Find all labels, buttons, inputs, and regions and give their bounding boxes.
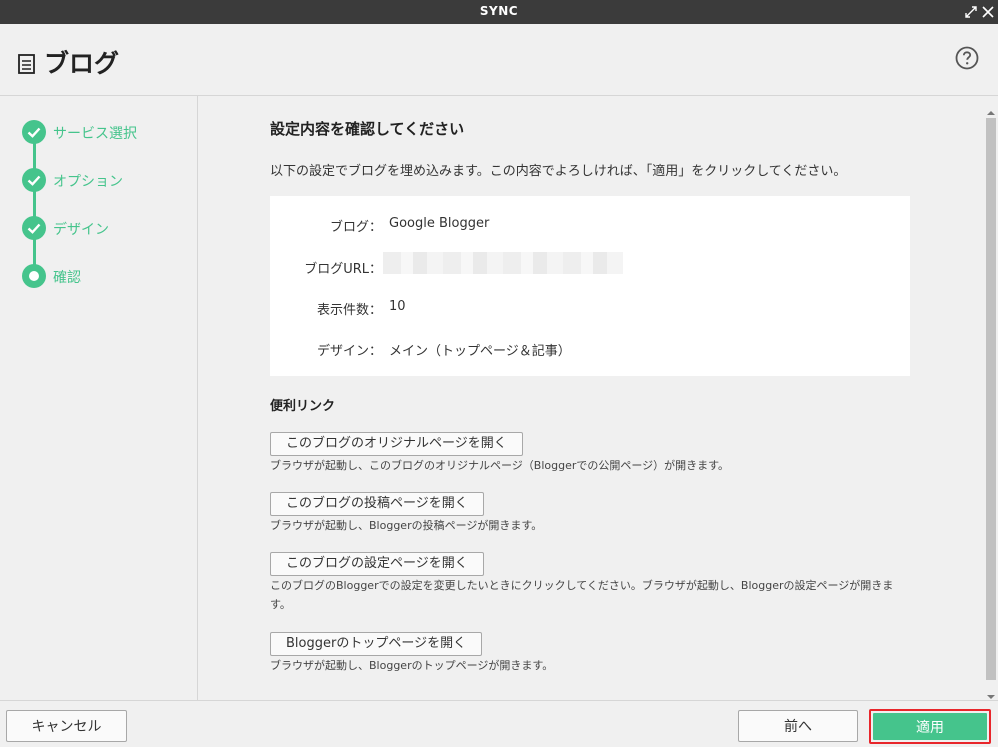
step-sidebar: サービス選択 オプション デザイン 確認 <box>0 96 198 700</box>
title-bar: SYNC <box>0 0 998 24</box>
step-connector <box>33 132 36 276</box>
back-button[interactable]: 前へ <box>738 710 858 742</box>
footer-bar: キャンセル 前へ 適用 <box>0 700 998 747</box>
link-description: ブラウザが起動し、Bloggerのトップページが開きます。 <box>270 659 554 672</box>
link-description: ブラウザが起動し、Bloggerの投稿ページが開きます。 <box>270 519 543 532</box>
links-title: 便利リンク <box>270 399 336 414</box>
section-description: 以下の設定でブログを埋め込みます。この内容でよろしければ、「適用」をクリックして… <box>270 164 847 179</box>
open-original-page-button[interactable]: このブログのオリジナルページを開く <box>270 432 523 456</box>
scroll-down-icon[interactable] <box>987 686 995 699</box>
summary-value: Google Blogger <box>389 216 490 231</box>
link-description: このブログのBloggerでの設定を変更したいときにクリックしてください。ブラウ… <box>270 579 894 611</box>
document-icon <box>18 54 35 74</box>
open-settings-page-button[interactable]: このブログの設定ページを開く <box>270 552 484 576</box>
step-confirm[interactable]: 確認 <box>22 264 192 288</box>
summary-value: メイン（トップページ＆記事） <box>389 344 571 359</box>
scroll-up-icon[interactable] <box>987 102 995 115</box>
scrollbar-thumb[interactable] <box>986 118 996 680</box>
section-title: 設定内容を確認してください <box>270 120 465 138</box>
step-label: 確認 <box>53 270 81 286</box>
apply-highlight: 適用 <box>869 709 991 744</box>
open-post-page-button[interactable]: このブログの投稿ページを開く <box>270 492 484 516</box>
check-icon <box>22 216 46 240</box>
page-header: ブログ <box>0 24 998 96</box>
summary-key: ブログURL： <box>304 262 382 277</box>
window-title: SYNC <box>479 4 519 18</box>
check-icon <box>22 168 46 192</box>
step-label: デザイン <box>53 222 109 238</box>
open-blogger-top-button[interactable]: Bloggerのトップページを開く <box>270 632 483 656</box>
close-icon[interactable] <box>980 3 996 21</box>
step-label: サービス選択 <box>53 126 137 142</box>
check-icon <box>22 120 46 144</box>
vertical-scrollbar[interactable] <box>984 96 998 700</box>
step-options[interactable]: オプション <box>22 168 192 192</box>
help-icon[interactable] <box>955 46 979 70</box>
step-service-select[interactable]: サービス選択 <box>22 120 192 144</box>
summary-key: ブログ： <box>329 220 382 235</box>
current-step-icon <box>22 264 46 288</box>
main-content: 設定内容を確認してください 以下の設定でブログを埋め込みます。この内容でよろしけ… <box>199 96 984 700</box>
summary-value: 10 <box>389 299 406 314</box>
redacted-url <box>383 252 623 274</box>
cancel-button[interactable]: キャンセル <box>6 710 127 742</box>
summary-key: 表示件数： <box>316 303 382 318</box>
expand-icon[interactable] <box>963 3 979 21</box>
link-description: ブラウザが起動し、このブログのオリジナルページ（Bloggerでの公開ページ）が… <box>270 459 730 472</box>
settings-summary: ブログ： Google Blogger ブログURL： 表示件数： 10 デザイ… <box>270 196 910 376</box>
step-design[interactable]: デザイン <box>22 216 192 240</box>
step-label: オプション <box>53 174 123 190</box>
apply-button[interactable]: 適用 <box>873 713 987 740</box>
summary-key: デザイン： <box>316 344 382 359</box>
page-title: ブログ <box>44 49 120 78</box>
